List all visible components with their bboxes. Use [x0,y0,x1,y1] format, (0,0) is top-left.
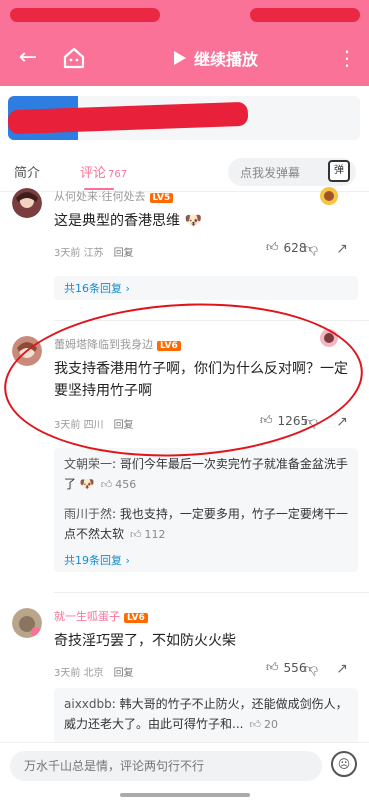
thumbs-up-icon: 👍︎ [266,660,279,674]
reply-username[interactable]: aixxdbb [64,697,112,711]
avatar[interactable] [12,608,42,638]
more-options-icon[interactable]: ⋮ [337,44,357,72]
reply-item[interactable]: aixxdbb: 韩大哥的竹子不止防火，还能做成剑伤人，威力还老大了。由此可得竹… [64,694,348,735]
play-icon [174,51,186,65]
avatar[interactable] [12,336,42,366]
level-badge: LV6 [124,613,148,623]
redaction-scribble [10,8,160,22]
danmaku-toggle-icon[interactable]: 弹 [328,160,350,182]
video-banner[interactable] [8,96,360,140]
top-bar: ← 继续播放 ⋮ [0,30,369,86]
back-arrow-icon[interactable]: ← [14,44,42,72]
share-icon[interactable]: ↗ [334,661,350,677]
thumbs-up-icon: 👍︎ [260,413,273,427]
comment-item: 就一生呱蛋子 LV6 奇技淫巧罢了，不如防火火柴 3天前 北京 回复 👍︎ 556 👎… [0,604,369,744]
emoji-icon[interactable]: ☹ [331,751,357,777]
thumbs-up-icon: 👍︎ [266,240,279,254]
tab-intro[interactable]: 简介 [14,162,40,181]
divider [54,592,369,593]
reply-like-button[interactable]: 👍︎ 112 [130,525,166,545]
comment-text: 这是典型的香港思维 🐶 [54,213,202,229]
reply-item[interactable]: 文朝荣一: 哥们今年最后一次卖完竹子就准备金盆洗手了 🐶 👍︎ 456 [64,454,348,495]
share-icon[interactable]: ↗ [334,414,350,430]
comment-meta: 3天前 北京 回复 [54,668,134,679]
reply-preview: aixxdbb: 韩大哥的竹子不止防火，还能做成剑伤人，威力还老大了。由此可得竹… [54,688,358,744]
like-button[interactable]: 👍︎ 1265 [260,413,308,428]
decoration-badge-icon [320,329,338,347]
level-badge: LV5 [149,193,174,203]
level-badge: LV6 [157,341,181,351]
comment-item: 蕾姆塔降临到我身边 LV6 我支持香港用竹子啊，你们为什么反对啊？一定要坚持用竹子… [0,329,369,580]
reply-item[interactable]: 雨川于然: 我也支持，一定要多用，竹子一定要烤干一点不然太软 👍︎ 112 [64,504,348,545]
thumbs-down-icon[interactable]: 👎︎ [303,414,319,430]
comment-username[interactable]: 就一生呱蛋子 LV6 [54,608,148,624]
tab-comments[interactable]: 评论 767 [80,162,127,181]
thumbs-down-icon[interactable]: 👎︎ [303,241,319,257]
comment-count: 767 [108,169,128,180]
reply-username[interactable]: 文朝荣一 [64,457,112,471]
home-indicator [120,793,250,797]
reply-button[interactable]: 回复 [114,248,134,259]
redaction-scribble [250,8,360,22]
bottom-comment-bar: ☹ [0,742,369,800]
comment-text: 我支持香港用竹子啊，你们为什么反对啊？一定要坚持用竹子啊 [54,361,348,399]
reply-preview: 共16条回复 › [54,276,358,300]
reply-button[interactable]: 回复 [114,420,134,431]
comment-item: 从何处来·往何处去 LV5 这是典型的香港思维 🐶 3天前 江苏 回复 👍︎ 628 … [0,184,369,304]
comment-meta: 3天前 江苏 回复 [54,248,134,259]
continue-play-button[interactable]: 继续播放 [170,46,258,70]
view-more-replies[interactable]: 共16条回复 › [64,280,130,296]
comment-meta: 3天前 四川 回复 [54,420,134,431]
danmaku-input[interactable]: 点我发弹幕 弹 [228,158,356,186]
comment-text: 奇技淫巧罢了，不如防火火柴 [54,633,236,649]
divider [54,320,369,321]
continue-play-label: 继续播放 [194,50,259,69]
home-icon[interactable] [60,44,88,72]
view-more-replies[interactable]: 共19条回复 › [64,552,130,568]
like-button[interactable]: 👍︎ 556 [266,660,306,675]
comment-input[interactable] [10,751,322,781]
reply-like-button[interactable]: 👍︎ 456 [101,475,137,495]
avatar[interactable] [12,188,42,218]
reply-username[interactable]: 雨川于然 [64,507,112,521]
comment-username[interactable]: 从何处来·往何处去 LV5 [54,188,174,204]
like-button[interactable]: 👍︎ 628 [266,240,306,255]
reply-preview: 文朝荣一: 哥们今年最后一次卖完竹子就准备金盆洗手了 🐶 👍︎ 456 雨川于然: … [54,448,358,572]
reply-like-button[interactable]: 👍︎ 20 [249,715,278,735]
comment-username[interactable]: 蕾姆塔降临到我身边 LV6 [54,336,181,352]
status-bar [0,0,369,30]
share-icon[interactable]: ↗ [334,241,350,257]
reply-button[interactable]: 回复 [114,668,134,679]
thumbs-down-icon[interactable]: 👎︎ [303,661,319,677]
